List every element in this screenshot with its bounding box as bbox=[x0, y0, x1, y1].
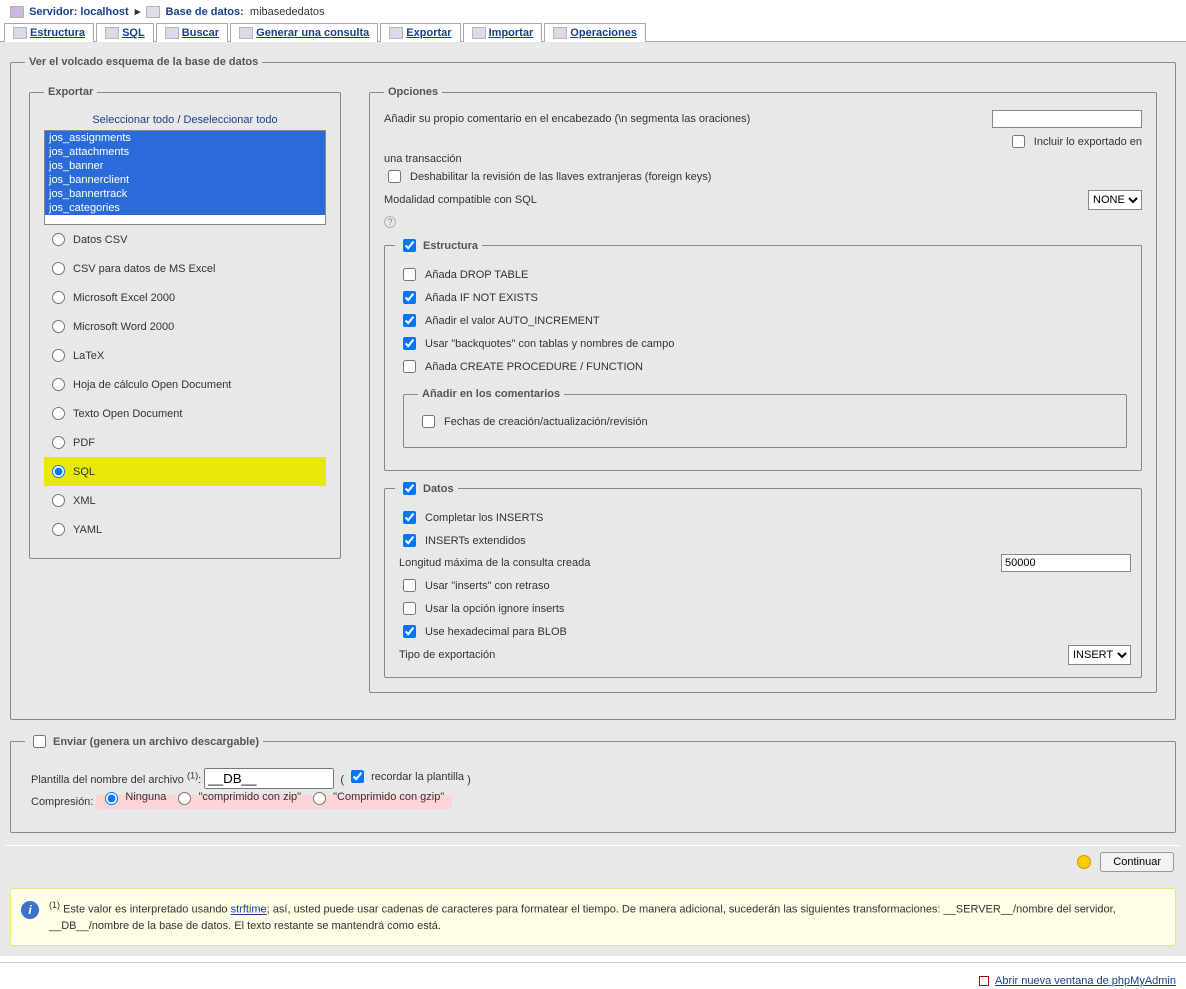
footnote-notice: (1) Este valor es interpretado usando st… bbox=[10, 888, 1176, 946]
format-word2000[interactable]: Microsoft Word 2000 bbox=[44, 312, 326, 341]
tabs: Estructura SQL Buscar Generar una consul… bbox=[0, 23, 1186, 42]
maxlen-label: Longitud máxima de la consulta creada bbox=[399, 557, 991, 569]
tab-query[interactable]: Generar una consulta bbox=[230, 23, 378, 42]
structure-fieldset: Estructura Añada DROP TABLE Añada IF NOT… bbox=[384, 236, 1142, 471]
compression-zip[interactable]: "comprimido con zip" bbox=[173, 789, 301, 805]
window-icon bbox=[979, 976, 989, 986]
backquotes-checkbox[interactable] bbox=[403, 337, 416, 350]
remember-checkbox[interactable] bbox=[351, 770, 364, 783]
ignore-checkbox[interactable] bbox=[403, 602, 416, 615]
compression-label: Compresión: bbox=[31, 796, 93, 808]
strftime-link[interactable]: strftime bbox=[231, 904, 267, 916]
options-legend: Opciones bbox=[384, 86, 442, 98]
format-xml[interactable]: XML bbox=[44, 486, 326, 515]
format-yaml[interactable]: YAML bbox=[44, 515, 326, 544]
dump-fieldset: Ver el volcado esquema de la base de dat… bbox=[10, 56, 1176, 720]
format-csv-excel[interactable]: CSV para datos de MS Excel bbox=[44, 254, 326, 283]
compat-label: Modalidad compatible con SQL bbox=[384, 194, 1078, 206]
tab-structure[interactable]: Estructura bbox=[4, 23, 94, 42]
drop-table-checkbox[interactable] bbox=[403, 268, 416, 281]
disable-fk-checkbox[interactable] bbox=[388, 170, 401, 183]
tab-operations[interactable]: Operaciones bbox=[544, 23, 646, 42]
options-fieldset: Opciones Añadir su propio comentario en … bbox=[369, 86, 1157, 693]
comment-input[interactable] bbox=[992, 110, 1142, 128]
structure-legend: Estructura bbox=[423, 240, 478, 252]
database-name: mibasededatos bbox=[250, 6, 325, 18]
format-csv[interactable]: Datos CSV bbox=[44, 225, 326, 254]
list-item[interactable]: jos_categories bbox=[45, 201, 325, 215]
export-legend: Exportar bbox=[44, 86, 97, 98]
tab-export[interactable]: Exportar bbox=[380, 23, 460, 42]
include-export-label: Incluir lo exportado en bbox=[1034, 136, 1142, 148]
compression-gzip[interactable]: "Comprimido con gzip" bbox=[308, 789, 444, 805]
procedure-checkbox[interactable] bbox=[403, 360, 416, 373]
format-excel2000[interactable]: Microsoft Excel 2000 bbox=[44, 283, 326, 312]
filename-input[interactable] bbox=[204, 768, 334, 789]
continue-button[interactable]: Continuar bbox=[1100, 852, 1174, 872]
dump-legend: Ver el volcado esquema de la base de dat… bbox=[25, 56, 262, 68]
tables-listbox[interactable]: jos_assignments jos_attachments jos_bann… bbox=[44, 130, 326, 225]
info-icon bbox=[21, 901, 39, 919]
send-toggle[interactable] bbox=[33, 735, 46, 748]
comments-fieldset: Añadir en los comentarios Fechas de crea… bbox=[403, 388, 1127, 448]
list-item[interactable]: jos_bannertrack bbox=[45, 187, 325, 201]
format-pdf[interactable]: PDF bbox=[44, 428, 326, 457]
deselect-all-link[interactable]: Deseleccionar todo bbox=[183, 114, 277, 126]
select-all-link[interactable]: Seleccionar todo bbox=[92, 114, 174, 126]
tab-import[interactable]: Importar bbox=[463, 23, 543, 42]
sql-icon bbox=[105, 27, 119, 39]
format-latex[interactable]: LaTeX bbox=[44, 341, 326, 370]
breadcrumb: Servidor: localhost ▸ Base de datos: mib… bbox=[0, 0, 1186, 23]
list-item[interactable]: jos_attachments bbox=[45, 145, 325, 159]
new-window-link[interactable]: Abrir nueva ventana de phpMyAdmin bbox=[995, 975, 1176, 987]
operations-icon bbox=[553, 27, 567, 39]
export-fieldset: Exportar Seleccionar todo / Deselecciona… bbox=[29, 86, 341, 559]
dates-checkbox[interactable] bbox=[422, 415, 435, 428]
bulb-icon bbox=[1077, 855, 1091, 869]
if-not-exists-checkbox[interactable] bbox=[403, 291, 416, 304]
maxlen-input[interactable] bbox=[1001, 554, 1131, 572]
data-toggle[interactable] bbox=[403, 482, 416, 495]
database-link[interactable]: Base de datos: bbox=[166, 6, 244, 18]
tab-search[interactable]: Buscar bbox=[156, 23, 228, 42]
structure-icon bbox=[13, 27, 27, 39]
list-item[interactable]: jos_assignments bbox=[45, 131, 325, 145]
help-icon[interactable]: ? bbox=[384, 216, 396, 228]
comments-legend: Añadir en los comentarios bbox=[418, 388, 564, 400]
send-legend: Enviar (genera un archivo descargable) bbox=[53, 736, 259, 748]
data-legend: Datos bbox=[423, 483, 454, 495]
tab-sql[interactable]: SQL bbox=[96, 23, 154, 42]
export-type-label: Tipo de exportación bbox=[399, 649, 1058, 661]
extended-inserts-checkbox[interactable] bbox=[403, 534, 416, 547]
format-sql[interactable]: SQL bbox=[44, 457, 326, 486]
list-item[interactable]: jos_bannerclient bbox=[45, 173, 325, 187]
data-fieldset: Datos Completar los INSERTS INSERTs exte… bbox=[384, 479, 1142, 678]
include-export-checkbox[interactable] bbox=[1012, 135, 1025, 148]
compression-none[interactable]: Ninguna bbox=[100, 789, 166, 805]
complete-inserts-checkbox[interactable] bbox=[403, 511, 416, 524]
comment-label: Añadir su propio comentario en el encabe… bbox=[384, 113, 774, 125]
server-link[interactable]: Servidor: localhost bbox=[29, 6, 129, 18]
send-fieldset: Enviar (genera un archivo descargable) P… bbox=[10, 732, 1176, 833]
query-icon bbox=[239, 27, 253, 39]
format-ods[interactable]: Hoja de cálculo Open Document bbox=[44, 370, 326, 399]
database-icon bbox=[146, 6, 160, 18]
compat-select[interactable]: NONE bbox=[1088, 190, 1142, 210]
search-icon bbox=[165, 27, 179, 39]
format-odt[interactable]: Texto Open Document bbox=[44, 399, 326, 428]
transaction-label: una transacción bbox=[384, 153, 1142, 165]
server-icon bbox=[10, 6, 24, 18]
list-item[interactable]: jos_banner bbox=[45, 159, 325, 173]
export-icon bbox=[389, 27, 403, 39]
disable-fk-label: Deshabilitar la revisión de las llaves e… bbox=[410, 171, 711, 183]
export-type-select[interactable]: INSERT bbox=[1068, 645, 1131, 665]
auto-increment-checkbox[interactable] bbox=[403, 314, 416, 327]
structure-toggle[interactable] bbox=[403, 239, 416, 252]
hexblob-checkbox[interactable] bbox=[403, 625, 416, 638]
import-icon bbox=[472, 27, 486, 39]
filename-label: Plantilla del nombre del archivo (1): bbox=[31, 774, 201, 786]
delayed-checkbox[interactable] bbox=[403, 579, 416, 592]
